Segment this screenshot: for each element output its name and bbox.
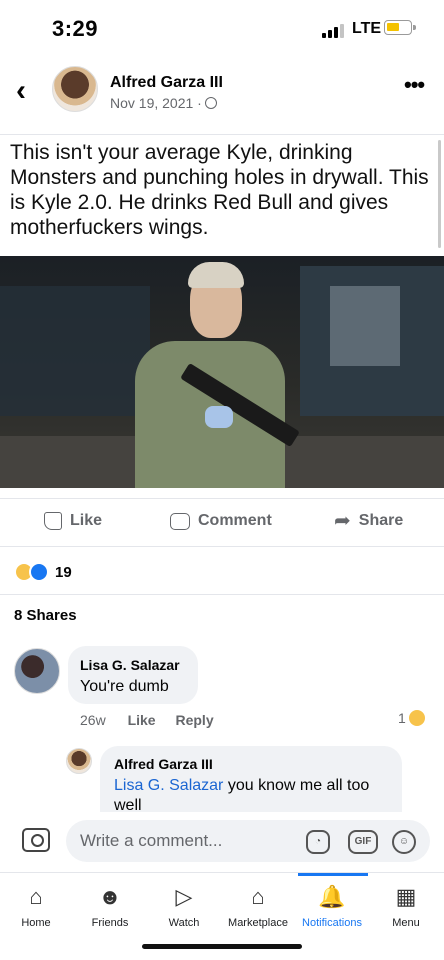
reply-author[interactable]: Alfred Garza III: [114, 756, 388, 772]
reaction-summary[interactable]: 19: [14, 560, 72, 584]
marketplace-icon: ⌂: [251, 884, 265, 909]
sticker-icon[interactable]: ◔: [306, 830, 330, 854]
home-icon: ⌂: [29, 884, 43, 909]
divider: [0, 134, 444, 135]
share-count[interactable]: 8 Shares: [14, 607, 77, 624]
tab-home[interactable]: ⌂ Home: [0, 883, 76, 929]
bell-icon: 🔔: [318, 884, 346, 909]
bottom-tab-bar: ⌂ Home ☻ Friends ▷ Watch ⌂ Marketplace 🔔…: [0, 872, 444, 934]
watch-icon: ▷: [175, 884, 193, 909]
friends-icon: ☻: [98, 884, 122, 909]
like-reaction-icon: [29, 562, 49, 582]
tab-notifications-label: Notifications: [302, 917, 362, 929]
post-caption: This isn't your average Kyle, drinking M…: [10, 141, 429, 239]
reply-text: Lisa G. Salazar you know me all too well: [114, 777, 370, 814]
tab-friends[interactable]: ☻ Friends: [70, 883, 150, 929]
like-button[interactable]: Like: [44, 512, 102, 530]
like-label: Like: [70, 512, 103, 529]
reply-bubble: Alfred Garza III Lisa G. Salazar you kno…: [100, 746, 402, 816]
comment-author[interactable]: Lisa G. Salazar: [80, 657, 186, 673]
clock: 3:29: [52, 16, 99, 41]
share-icon: ➦: [334, 510, 351, 532]
tab-watch-label: Watch: [168, 917, 200, 929]
post-header: ‹ Alfred Garza III Nov 19, 2021 · •••: [0, 62, 444, 124]
comment-reactions[interactable]: 1: [398, 710, 425, 726]
tab-home-label: Home: [21, 917, 51, 929]
active-tab-indicator: [298, 873, 368, 876]
reply-avatar[interactable]: [66, 748, 92, 774]
post-photo[interactable]: [0, 256, 444, 488]
share-label: Share: [358, 512, 404, 529]
camera-icon[interactable]: [22, 828, 50, 852]
commenter-avatar[interactable]: [14, 648, 60, 694]
comment-like-button[interactable]: Like: [128, 712, 156, 728]
gif-button[interactable]: GIF: [348, 830, 378, 854]
author-name[interactable]: Alfred Garza III: [110, 74, 223, 92]
comment-button[interactable]: Comment: [170, 512, 272, 530]
thumbs-up-icon: [44, 512, 62, 530]
emoji-icon[interactable]: ☺: [392, 830, 416, 854]
back-icon[interactable]: ‹: [16, 74, 26, 108]
scrollbar[interactable]: [438, 140, 441, 248]
post-date[interactable]: Nov 19, 2021 ·: [110, 95, 217, 111]
comment-reply-button[interactable]: Reply: [175, 712, 213, 728]
network-label: LTE: [352, 20, 382, 37]
reaction-count: 19: [55, 563, 72, 581]
comment-bubble: Lisa G. Salazar You're dumb: [68, 646, 198, 704]
divider: [0, 546, 444, 547]
tab-notifications[interactable]: 🔔 Notifications: [292, 883, 372, 929]
tab-menu-label: Menu: [392, 917, 420, 929]
mention-link[interactable]: Lisa G. Salazar: [114, 777, 223, 794]
tab-marketplace-label: Marketplace: [228, 917, 288, 929]
divider: [0, 594, 444, 595]
comment-composer: ◔ GIF ☺: [0, 812, 444, 870]
home-indicator: [142, 944, 302, 949]
author-avatar[interactable]: [52, 66, 98, 112]
globe-icon: [204, 97, 217, 109]
status-bar: 3:29 LTE: [0, 0, 444, 56]
comment-label: Comment: [198, 512, 272, 529]
tab-friends-label: Friends: [91, 917, 129, 929]
signal-icon: [322, 22, 346, 38]
battery-icon: [384, 20, 416, 35]
divider: [0, 498, 444, 499]
comment-reaction-count: 1: [398, 710, 406, 726]
haha-reaction-icon: [408, 710, 425, 726]
comment-text: You're dumb: [80, 678, 169, 695]
menu-grid-icon: ▦: [395, 884, 417, 909]
comment-icon: [170, 512, 190, 530]
more-options-icon[interactable]: •••: [404, 72, 425, 98]
tab-menu[interactable]: ▦ Menu: [366, 883, 444, 929]
comment-time: 26w: [80, 712, 106, 728]
tab-marketplace[interactable]: ⌂ Marketplace: [218, 883, 298, 929]
tab-watch[interactable]: ▷ Watch: [144, 883, 224, 929]
comment-meta: 26w Like Reply: [80, 712, 230, 728]
post-actions: Like Comment ➦ Share: [0, 500, 444, 546]
share-button[interactable]: ➦ Share: [334, 510, 404, 532]
